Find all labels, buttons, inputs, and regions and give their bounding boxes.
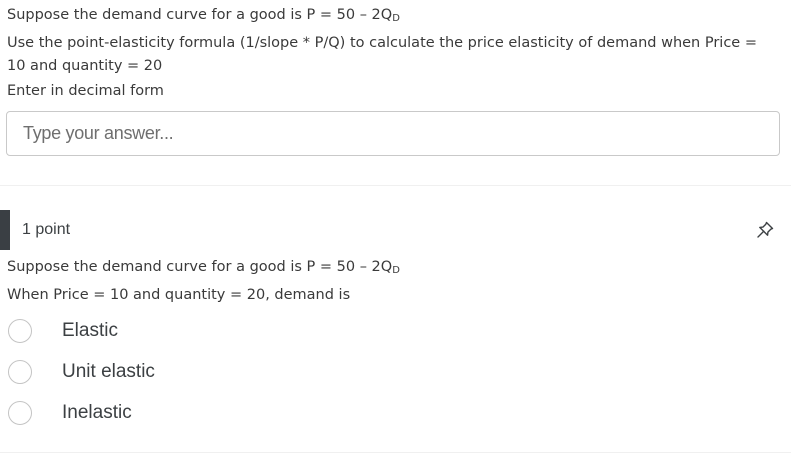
quiz-page: Suppose the demand curve for a good is P… bbox=[0, 0, 791, 467]
answer-field-container bbox=[6, 111, 780, 156]
option-label-inelastic: Inelastic bbox=[62, 402, 132, 423]
question-points: 1 point bbox=[22, 221, 71, 238]
question-1-format-note: Enter in decimal form bbox=[7, 83, 164, 99]
question-2-demand-curve: Suppose the demand curve for a good is P… bbox=[7, 258, 400, 278]
radio-elastic[interactable] bbox=[8, 319, 32, 343]
question-divider bbox=[0, 185, 791, 186]
pin-icon[interactable] bbox=[754, 219, 776, 241]
question-2-demand-curve-text: Suppose the demand curve for a good is P… bbox=[7, 259, 393, 275]
question-2-prompt: When Price = 10 and quantity = 20, deman… bbox=[7, 287, 351, 303]
radio-inelastic[interactable] bbox=[8, 401, 32, 425]
question-1-instruction: Use the point-elasticity formula (1/slop… bbox=[7, 35, 757, 51]
question-1-subscript: D bbox=[392, 13, 400, 24]
question-2-subscript: D bbox=[392, 265, 400, 276]
question-1-instruction-cont: 10 and quantity = 20 bbox=[7, 58, 163, 74]
question-marker bbox=[0, 210, 10, 250]
question-1-demand-curve: Suppose the demand curve for a good is P… bbox=[7, 6, 400, 26]
option-label-elastic: Elastic bbox=[62, 320, 118, 341]
radio-unit-elastic[interactable] bbox=[8, 360, 32, 384]
option-label-unit-elastic: Unit elastic bbox=[62, 361, 155, 382]
bottom-divider bbox=[0, 452, 791, 453]
question-1-demand-curve-text: Suppose the demand curve for a good is P… bbox=[7, 7, 393, 23]
answer-input[interactable] bbox=[7, 112, 779, 155]
